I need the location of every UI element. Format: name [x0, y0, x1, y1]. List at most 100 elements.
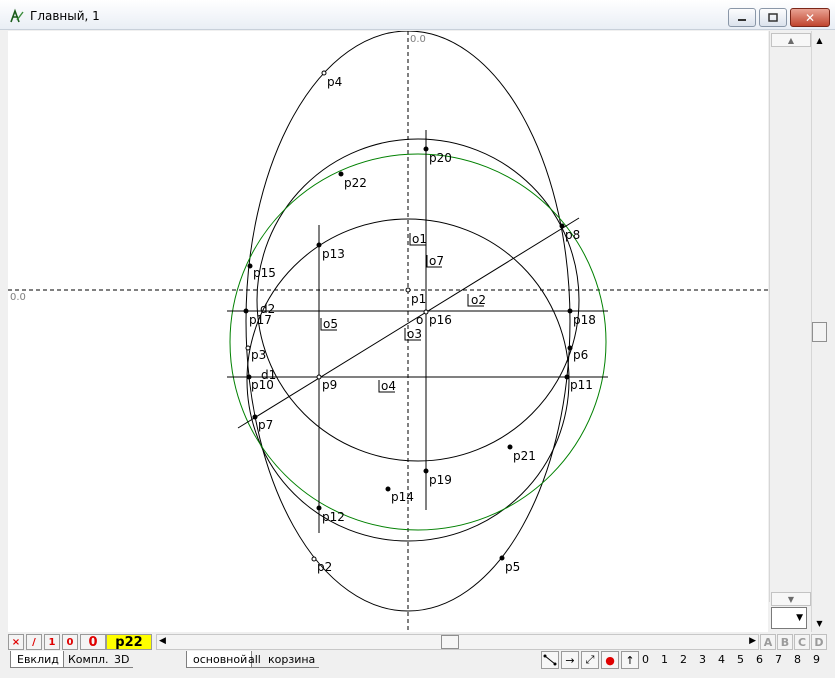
point-p1-marker[interactable]	[405, 287, 411, 293]
point-p7-marker[interactable]	[252, 414, 258, 420]
letter-button-d[interactable]: D	[811, 634, 827, 650]
up-arrow-button[interactable]: ↑	[621, 651, 639, 669]
tab-euclid[interactable]: Евклид	[10, 651, 64, 668]
point-p21-marker[interactable]	[507, 444, 513, 450]
object-label: o5	[323, 317, 338, 331]
digit-button-1[interactable]: 1	[661, 653, 668, 666]
point-label: p13	[322, 247, 345, 261]
point-p4-marker[interactable]	[321, 70, 327, 76]
digit-button-3[interactable]: 3	[699, 653, 706, 666]
scroll-down-button[interactable]: ▼	[771, 592, 811, 606]
point-p14-marker[interactable]	[385, 486, 391, 492]
scroll-up-button[interactable]: ▲	[771, 33, 811, 47]
maximize-icon	[768, 13, 778, 22]
point-label: p21	[513, 449, 536, 463]
right-scroll-column[interactable]: ▲ ▼	[811, 31, 827, 632]
object-label: o4	[381, 379, 396, 393]
record-dot-icon: ●	[605, 653, 615, 667]
object-label: o2	[471, 293, 486, 307]
tab-complex[interactable]: Компл.	[62, 651, 113, 668]
point-p19-marker[interactable]	[423, 468, 429, 474]
point-p18-marker[interactable]	[567, 308, 573, 314]
mode-zero-button[interactable]: 0	[62, 634, 78, 650]
point-p20-marker[interactable]	[423, 146, 429, 152]
letter-button-b[interactable]: B	[777, 634, 793, 650]
point-label: p15	[253, 266, 276, 280]
point-label: p5	[505, 560, 520, 574]
resize-tool-button[interactable]: ⤢	[581, 651, 599, 669]
letter-button-c[interactable]: C	[794, 634, 810, 650]
mode-one-button[interactable]: 1	[44, 634, 60, 650]
line-mode-button[interactable]: /	[26, 634, 42, 650]
diagonal-arrow-icon: ⤢	[585, 653, 595, 666]
close-icon: ✕	[804, 10, 816, 25]
horizontal-scroll-thumb[interactable]	[441, 635, 459, 649]
right-scroll-down-button[interactable]: ▼	[812, 616, 827, 631]
point-p22-marker[interactable]	[338, 171, 344, 177]
point-label: p22	[344, 176, 367, 190]
point-p8-marker[interactable]	[559, 223, 565, 229]
geometry-drawing[interactable]: 0.0 0.0 p1 p2 p3 p4 p5 p6 p7 p8 p9 p10 p…	[8, 31, 768, 632]
arrow-right-icon: →	[565, 653, 575, 667]
point-label: p12	[322, 510, 345, 524]
minimize-icon	[738, 18, 746, 21]
digit-button-4[interactable]: 4	[718, 653, 725, 666]
point-label: p16	[429, 313, 452, 327]
tab-layer-trash[interactable]: корзина	[262, 651, 320, 668]
digit-button-0[interactable]: 0	[642, 653, 649, 666]
point-p3-marker[interactable]	[245, 345, 251, 351]
triangle-right-icon[interactable]: ▶	[749, 636, 756, 646]
view-dropdown[interactable]: ▼	[771, 607, 807, 629]
digit-button-9[interactable]: 9	[813, 653, 820, 666]
point-label: p9	[322, 378, 337, 392]
point-p9-marker[interactable]	[316, 374, 322, 380]
drawing-canvas[interactable]: 0.0 0.0 p1 p2 p3 p4 p5 p6 p7 p8 p9 p10 p…	[8, 31, 768, 632]
point-p16-marker[interactable]	[423, 309, 429, 315]
point-p15-marker[interactable]	[247, 263, 253, 269]
horizontal-scrollbar[interactable]: ◀ ▶	[156, 634, 759, 650]
triangle-down-icon: ▼	[816, 619, 823, 628]
digit-button-7[interactable]: 7	[775, 653, 782, 666]
segment-tool-button[interactable]	[541, 651, 559, 669]
point-label: p8	[565, 228, 580, 242]
tab-3d[interactable]: 3D	[108, 651, 134, 668]
digit-button-2[interactable]: 2	[680, 653, 687, 666]
green-circle[interactable]	[229, 153, 607, 531]
right-scroll-thumb[interactable]	[812, 322, 827, 342]
digit-button-8[interactable]: 8	[794, 653, 801, 666]
point-label: p1	[411, 292, 426, 306]
point-p17-marker[interactable]	[243, 308, 249, 314]
maximize-button[interactable]	[759, 8, 787, 27]
point-p11-marker[interactable]	[564, 374, 570, 380]
window-titlebar: Главный, 1 ✕	[0, 0, 835, 30]
letter-button-a[interactable]: A	[760, 634, 776, 650]
object-label: d1	[261, 368, 276, 382]
segment-tool-icon	[543, 654, 557, 666]
point-label: p6	[573, 348, 588, 362]
point-label: p11	[570, 378, 593, 392]
triangle-left-icon[interactable]: ◀	[159, 636, 166, 646]
close-button[interactable]: ✕	[790, 8, 830, 27]
object-label: o	[416, 313, 423, 327]
point-label: p18	[573, 313, 596, 327]
digit-button-5[interactable]: 5	[737, 653, 744, 666]
current-point-field[interactable]: p22	[106, 634, 152, 650]
minimize-button[interactable]	[728, 8, 756, 27]
point-label: p2	[317, 560, 332, 574]
status-toolbar: × / 1 0 0 p22 ◀ ▶ A B C D	[8, 633, 828, 651]
point-p6-marker[interactable]	[567, 345, 573, 351]
triangle-up-icon: ▲	[787, 35, 795, 45]
geometry-app-icon	[10, 8, 24, 23]
arrow-up-icon: ↑	[625, 653, 635, 667]
point-p2-marker[interactable]	[311, 556, 317, 562]
digit-button-6[interactable]: 6	[756, 653, 763, 666]
right-scroll-up-button[interactable]: ▲	[812, 33, 827, 48]
delete-button[interactable]: ×	[8, 634, 24, 650]
point-label: p19	[429, 473, 452, 487]
point-p13-marker[interactable]	[316, 242, 322, 248]
triangle-up-icon: ▲	[816, 36, 823, 45]
record-button[interactable]: ●	[601, 651, 619, 669]
point-p5-marker[interactable]	[499, 555, 505, 561]
arrow-tool-button[interactable]: →	[561, 651, 579, 669]
point-p12-marker[interactable]	[316, 505, 322, 511]
